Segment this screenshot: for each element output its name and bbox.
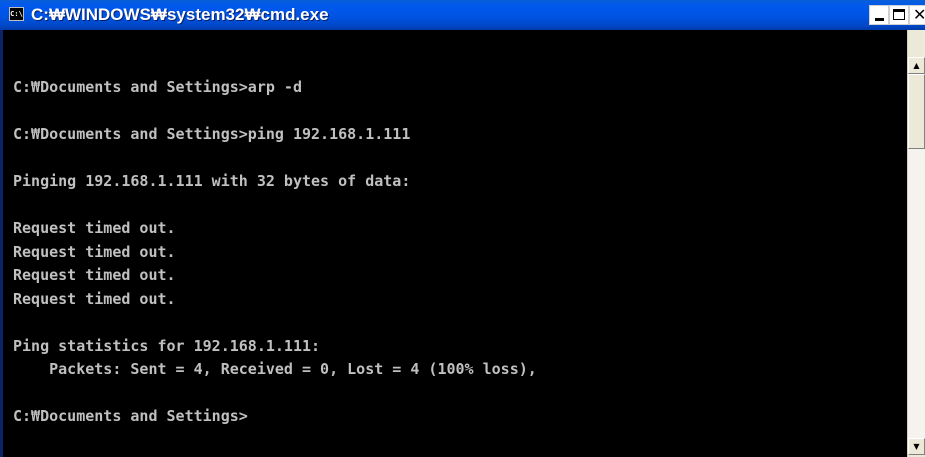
scroll-track[interactable] (908, 74, 925, 438)
scroll-up-button[interactable]: ▲ (908, 57, 925, 74)
maximize-button[interactable] (889, 5, 909, 25)
scroll-down-button[interactable]: ▼ (908, 438, 925, 455)
console-app-icon[interactable]: C:\ (9, 7, 24, 21)
minimize-icon (875, 18, 884, 21)
maximize-icon (893, 9, 905, 20)
arrow-up-icon: ▲ (913, 61, 920, 70)
title-bar[interactable]: C:\ C:₩WINDOWS₩system32₩cmd.exe ✕ (0, 0, 925, 30)
arrow-down-icon: ▼ (913, 442, 920, 451)
window-title: C:₩WINDOWS₩system32₩cmd.exe (31, 5, 329, 24)
close-icon: ✕ (913, 5, 925, 24)
minimize-button[interactable] (869, 5, 889, 25)
console-output-area[interactable]: C:₩Documents and Settings>arp -d C:₩Docu… (3, 30, 907, 457)
vertical-scrollbar[interactable]: ▲ ▼ (907, 30, 925, 457)
console-text: C:₩Documents and Settings>arp -d C:₩Docu… (13, 78, 537, 425)
scroll-thumb[interactable] (908, 74, 925, 149)
close-button[interactable]: ✕ (909, 5, 925, 25)
cmd-window: C:\ C:₩WINDOWS₩system32₩cmd.exe ✕ C:₩Doc… (0, 0, 925, 457)
